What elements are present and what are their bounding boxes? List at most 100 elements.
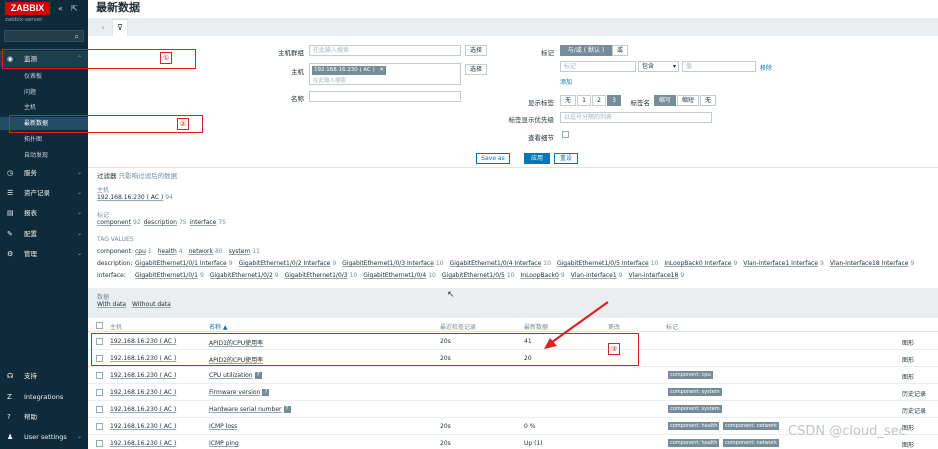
tag-priority-input[interactable]: 以逗号分隔的列表 bbox=[560, 112, 712, 123]
subfilter-value-link[interactable]: InLoopBack0 Interface bbox=[664, 260, 731, 267]
row-action-link[interactable]: 历史记录 bbox=[902, 389, 926, 398]
sidebar-item-user-settings[interactable]: ♟ User settings ⌄ bbox=[0, 429, 88, 445]
apply-button[interactable]: 应用 bbox=[524, 153, 550, 164]
host-multiselect[interactable]: 192.168.16.230 ( AC ) ✕ 在此输入搜索 bbox=[309, 63, 461, 85]
sidebar-search-input[interactable]: ⌕ bbox=[4, 30, 84, 42]
row-action-link[interactable]: 图形 bbox=[902, 355, 914, 364]
subfilter-tag-link[interactable]: interface bbox=[190, 219, 217, 226]
show-tags-3[interactable]: 3 bbox=[607, 95, 621, 106]
row-checkbox[interactable] bbox=[96, 372, 103, 379]
reset-button[interactable]: 重设 bbox=[554, 153, 578, 164]
subfilter-value-link[interactable]: health bbox=[158, 248, 177, 255]
subfilter-value-link[interactable]: Vlan-interface1 bbox=[571, 272, 617, 279]
name-input[interactable] bbox=[309, 91, 461, 102]
search-icon[interactable]: ⌕ bbox=[75, 32, 79, 42]
subfilter-tag-link[interactable]: component bbox=[97, 219, 131, 226]
save-as-button[interactable]: Save as bbox=[476, 153, 510, 164]
row-action-link[interactable]: 图形 bbox=[902, 440, 914, 449]
help-icon[interactable]: ? bbox=[283, 406, 291, 413]
tag-value-input[interactable]: 值 bbox=[682, 61, 756, 72]
column-host[interactable]: 主机 bbox=[110, 322, 122, 331]
row-tag-badge[interactable]: component: network bbox=[723, 439, 779, 447]
row-tag-badge[interactable]: component: system bbox=[668, 405, 722, 413]
collapse-sidebar-icon[interactable]: « bbox=[58, 4, 63, 13]
help-icon[interactable]: ? bbox=[262, 389, 270, 396]
remove-chip-icon[interactable]: ✕ bbox=[379, 66, 384, 75]
subfilter-value-link[interactable]: network bbox=[189, 248, 213, 255]
subfilter-value-link[interactable]: GigabitEthernet1/0/5 Interface bbox=[557, 260, 649, 267]
row-checkbox[interactable] bbox=[96, 406, 103, 413]
row-item-name-link[interactable]: Firmware version bbox=[209, 389, 260, 396]
row-tag-badge[interactable]: component: health bbox=[668, 439, 720, 447]
subfilter-value-link[interactable]: Vlan-interface18 bbox=[629, 272, 679, 279]
row-host-link[interactable]: 192.168.16.230 ( AC ) bbox=[110, 406, 176, 413]
subfilter-value-link[interactable]: Vlan-interface18 Interface bbox=[830, 260, 909, 267]
hostgroup-input[interactable]: 在此输入搜索 bbox=[309, 45, 461, 56]
subfilter-value-link[interactable]: GigabitEthernet1/0/4 bbox=[363, 272, 426, 279]
row-item-name-link[interactable]: ICMP ping bbox=[209, 440, 239, 447]
sidebar-sub-dashboard[interactable]: 仪表板 bbox=[0, 70, 88, 83]
tag-operator-select[interactable]: 包含 ▾ bbox=[638, 61, 679, 72]
sidebar-sub-maps[interactable]: 拓扑图 bbox=[0, 133, 88, 146]
hostgroup-select-button[interactable]: 选择 bbox=[465, 45, 487, 56]
column-last-check[interactable]: 最近检查记录 bbox=[440, 322, 476, 331]
tag-name-short[interactable]: 缩短 bbox=[677, 95, 699, 106]
sidebar-item-services[interactable]: ◷ 服务 ⌄ bbox=[0, 165, 88, 181]
row-host-link[interactable]: 192.168.16.230 ( AC ) bbox=[110, 389, 176, 396]
sidebar-item-help[interactable]: ? 帮助 bbox=[0, 409, 88, 425]
row-tag-badge[interactable]: component: cpu bbox=[668, 371, 713, 379]
row-checkbox[interactable] bbox=[96, 440, 103, 447]
remove-tag-link[interactable]: 移除 bbox=[760, 63, 772, 72]
sidebar-sub-discovery[interactable]: 自动发现 bbox=[0, 149, 88, 162]
subfilter-value-link[interactable]: system bbox=[229, 248, 251, 255]
row-host-link[interactable]: 192.168.16.230 ( AC ) bbox=[110, 423, 176, 430]
subfilter-value-link[interactable]: GigabitEthernet1/0/1 Interface bbox=[135, 260, 227, 267]
column-name[interactable]: 名称 ▲ bbox=[209, 322, 228, 331]
tag-name-full[interactable]: 缩写 bbox=[654, 95, 676, 106]
subfilter-value-link[interactable]: GigabitEthernet1/0/1 bbox=[135, 272, 198, 279]
select-all-checkbox[interactable] bbox=[96, 322, 103, 329]
row-action-link[interactable]: 历史记录 bbox=[902, 406, 926, 415]
subfilter-value-link[interactable]: GigabitEthernet1/0/4 Interface bbox=[450, 260, 542, 267]
chevron-left-icon[interactable]: ‹ bbox=[96, 21, 110, 35]
row-item-name-link[interactable]: Hardware serial number bbox=[209, 406, 282, 413]
row-tag-badge[interactable]: component: network bbox=[723, 422, 779, 430]
host-input-placeholder[interactable]: 在此输入搜索 bbox=[313, 76, 346, 84]
subfilter-value-link[interactable]: GigabitEthernet1/0/3 bbox=[285, 272, 348, 279]
row-item-name-link[interactable]: ICMP loss bbox=[209, 423, 237, 430]
subfilter-tag-link[interactable]: description bbox=[144, 219, 177, 226]
sidebar-item-support[interactable]: ☊ 支持 bbox=[0, 368, 88, 384]
row-host-link[interactable]: 192.168.16.230 ( AC ) bbox=[110, 372, 176, 379]
sidebar-item-administration[interactable]: ⚙ 管理 ⌄ bbox=[0, 246, 88, 262]
host-select-button[interactable]: 选择 bbox=[465, 64, 487, 75]
subfilter-value-link[interactable]: GigabitEthernet1/0/2 bbox=[210, 272, 273, 279]
tag-name-none[interactable]: 无 bbox=[700, 95, 716, 106]
subfilter-value-link[interactable]: GigabitEthernet1/0/3 Interface bbox=[342, 260, 434, 267]
row-tag-badge[interactable]: component: health bbox=[668, 422, 720, 430]
add-tag-link[interactable]: 添加 bbox=[560, 77, 572, 86]
row-checkbox[interactable] bbox=[96, 423, 103, 430]
row-action-link[interactable]: 图形 bbox=[902, 338, 914, 347]
row-action-link[interactable]: 图形 bbox=[902, 372, 914, 381]
sidebar-item-configuration[interactable]: ✎ 配置 ⌄ bbox=[0, 226, 88, 242]
subfilter-host-link[interactable]: 192.168.16.230 ( AC ) bbox=[97, 194, 163, 201]
filter-icon[interactable]: ⊽ bbox=[112, 19, 128, 36]
row-checkbox[interactable] bbox=[96, 389, 103, 396]
tags-and-or-toggle[interactable]: 与/或 ( 默认 ) bbox=[560, 45, 612, 56]
row-host-link[interactable]: 192.168.16.230 ( AC ) bbox=[110, 440, 176, 447]
subfilter-value-link[interactable]: GigabitEthernet1/0/5 bbox=[442, 272, 505, 279]
row-tag-badge[interactable]: component: system bbox=[668, 388, 722, 396]
subfilter-value-link[interactable]: cpu bbox=[135, 248, 146, 255]
show-tags-none[interactable]: 无 bbox=[560, 95, 576, 106]
show-details-checkbox[interactable] bbox=[562, 131, 569, 138]
show-tags-2[interactable]: 2 bbox=[592, 95, 606, 106]
sidebar-item-integrations[interactable]: Z Integrations bbox=[0, 389, 88, 405]
with-data-link[interactable]: With data bbox=[97, 301, 126, 308]
sidebar-sub-hosts[interactable]: 主机 bbox=[0, 101, 88, 114]
subfilter-value-link[interactable]: InLoopBack0 bbox=[521, 272, 559, 279]
help-icon[interactable]: ? bbox=[254, 372, 262, 379]
zabbix-logo[interactable]: ZABBIX bbox=[5, 2, 50, 15]
sidebar-item-inventory[interactable]: ☰ 资产记录 ⌄ bbox=[0, 185, 88, 201]
sidebar-sub-problems[interactable]: 问题 bbox=[0, 86, 88, 99]
sidebar-item-reports[interactable]: ▤ 报表 ⌄ bbox=[0, 205, 88, 221]
